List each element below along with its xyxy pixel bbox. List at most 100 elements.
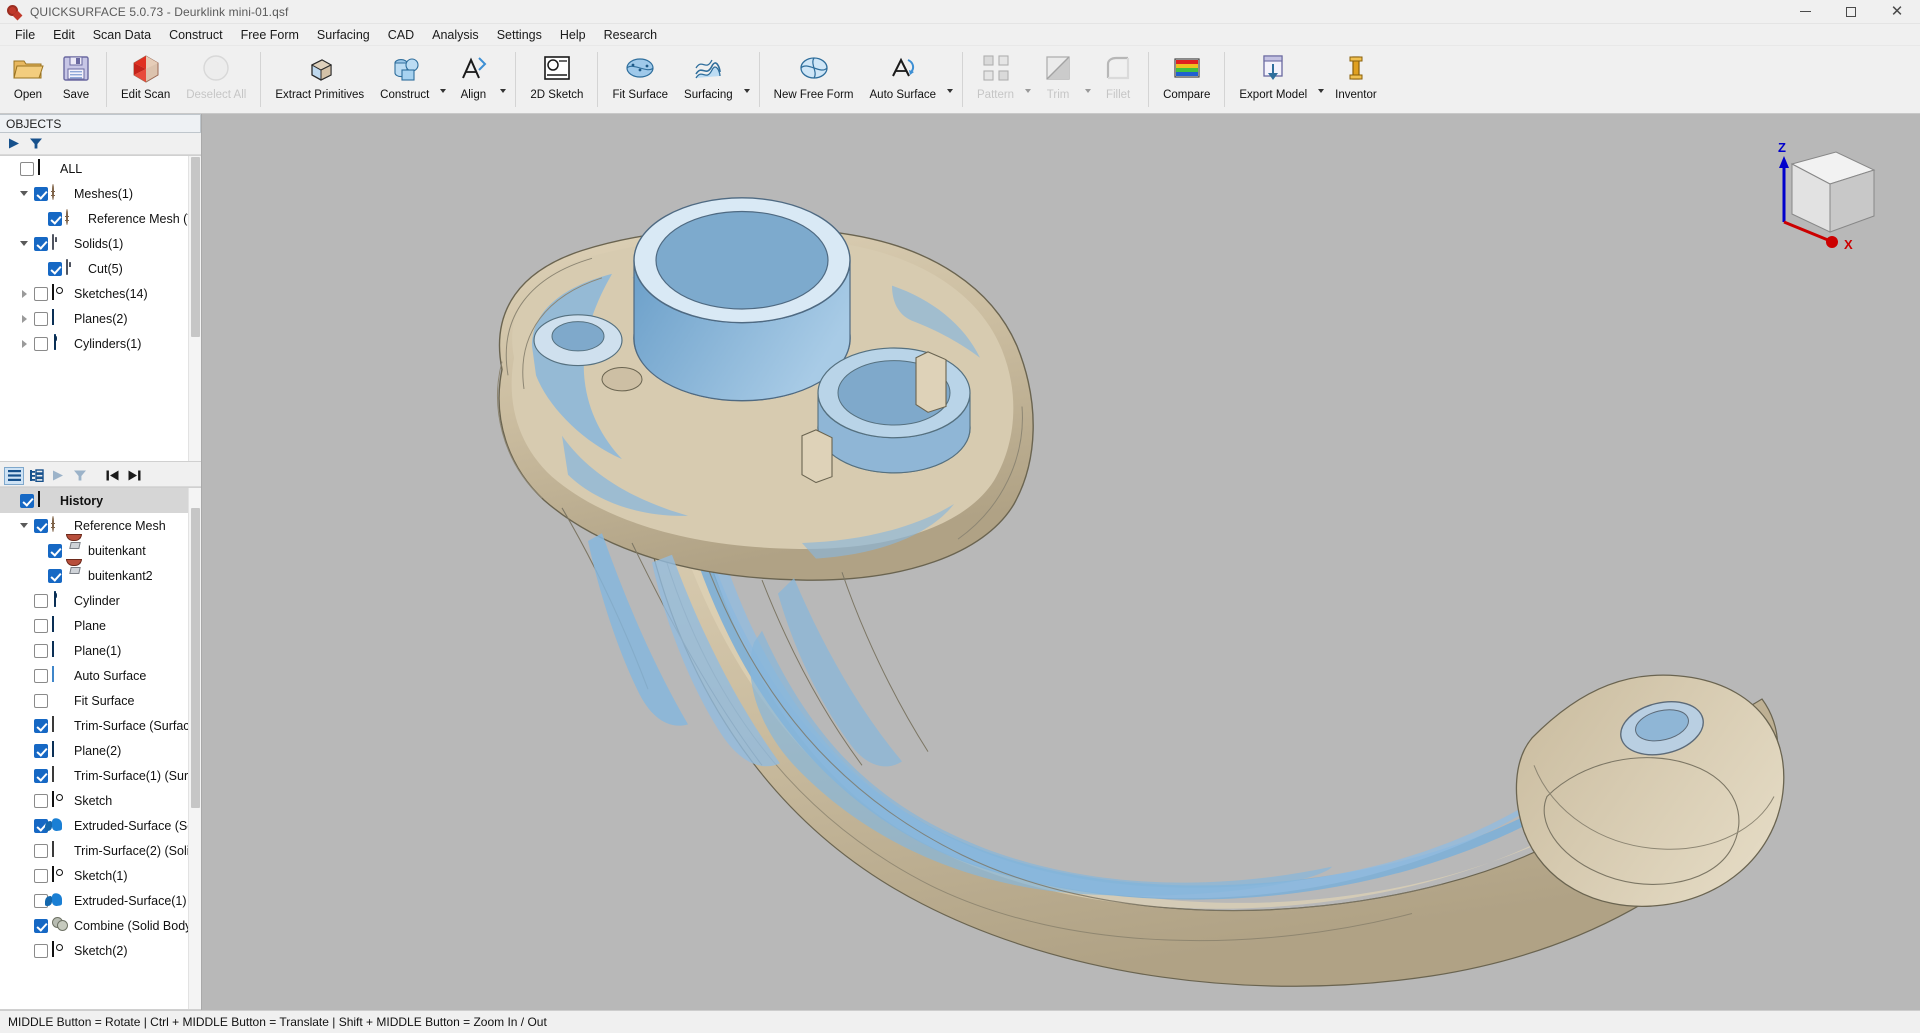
visibility-checkbox[interactable] <box>34 312 48 326</box>
ribbon-dropdown-align[interactable] <box>497 89 509 113</box>
funnel-filter-icon[interactable] <box>26 135 46 153</box>
close-button[interactable]: ✕ <box>1874 0 1920 23</box>
menu-item-construct[interactable]: Construct <box>160 25 232 45</box>
visibility-checkbox[interactable] <box>34 644 48 658</box>
visibility-checkbox[interactable] <box>34 719 48 733</box>
ribbon-button-open[interactable]: Open <box>4 46 52 113</box>
view-cube[interactable]: Z X <box>1752 136 1882 256</box>
visibility-checkbox[interactable] <box>34 694 48 708</box>
tree-row[interactable]: Cylinder <box>0 588 201 613</box>
history-tree[interactable]: HistoryReference Meshbuitenkantbuitenkan… <box>0 487 201 1010</box>
maximize-button[interactable] <box>1828 0 1874 23</box>
play-icon[interactable] <box>48 467 68 485</box>
tree-header-row[interactable]: History <box>0 488 201 513</box>
tree-row[interactable]: Cylinders(1) <box>0 331 201 356</box>
tree-row[interactable]: Extruded-Surface (Solid <box>0 813 201 838</box>
ribbon-button-compare[interactable]: Compare <box>1155 46 1218 113</box>
menu-item-research[interactable]: Research <box>595 25 667 45</box>
visibility-checkbox[interactable] <box>34 337 48 351</box>
tree-row[interactable]: Trim-Surface(1) (Surfac <box>0 763 201 788</box>
visibility-checkbox[interactable] <box>34 287 48 301</box>
ribbon-button-auto-surface[interactable]: Auto Surface <box>862 46 944 113</box>
visibility-checkbox[interactable] <box>48 262 62 276</box>
tree-row[interactable]: Solids(1) <box>0 231 201 256</box>
menu-item-scan-data[interactable]: Scan Data <box>84 25 160 45</box>
funnel-icon[interactable] <box>70 467 90 485</box>
tree-row[interactable]: buitenkant2 <box>0 563 201 588</box>
tree-row[interactable]: Plane(2) <box>0 738 201 763</box>
objects-tree[interactable]: ALLMeshes(1)Reference Mesh (T: 629Solids… <box>0 155 201 462</box>
visibility-checkbox[interactable] <box>34 944 48 958</box>
tree-row[interactable]: Meshes(1) <box>0 181 201 206</box>
tree-view-icon[interactable] <box>26 467 46 485</box>
menu-item-analysis[interactable]: Analysis <box>423 25 488 45</box>
tree-row[interactable]: Planes(2) <box>0 306 201 331</box>
tree-row[interactable]: ALL <box>0 156 201 181</box>
menu-item-edit[interactable]: Edit <box>44 25 84 45</box>
tree-row[interactable]: buitenkant <box>0 538 201 563</box>
ribbon-button-inventor[interactable]: Inventor <box>1327 46 1385 113</box>
tree-row[interactable]: Trim-Surface(2) (Solid B <box>0 838 201 863</box>
menu-item-surfacing[interactable]: Surfacing <box>308 25 379 45</box>
visibility-checkbox[interactable] <box>34 919 48 933</box>
tree-row[interactable]: Cut(5) <box>0 256 201 281</box>
tree-row[interactable]: Auto Surface <box>0 663 201 688</box>
tree-row[interactable]: Fit Surface <box>0 688 201 713</box>
visibility-checkbox[interactable] <box>20 162 34 176</box>
visibility-checkbox[interactable] <box>34 844 48 858</box>
list-view-icon[interactable] <box>4 467 24 485</box>
tree-row[interactable]: Trim-Surface (Surface B <box>0 713 201 738</box>
tree-row[interactable]: Plane(1) <box>0 638 201 663</box>
visibility-checkbox[interactable] <box>34 187 48 201</box>
3d-viewport[interactable]: Z X <box>202 114 1920 1010</box>
tree-row[interactable]: Plane <box>0 613 201 638</box>
visibility-checkbox[interactable] <box>34 594 48 608</box>
ribbon-button-extract-primitives[interactable]: Extract Primitives <box>267 46 372 113</box>
visibility-checkbox[interactable] <box>48 544 62 558</box>
ribbon-dropdown-surfacing[interactable] <box>741 89 753 113</box>
expand-arrow-icon[interactable] <box>14 315 34 323</box>
ribbon-button-new-free-form[interactable]: New Free Form <box>766 46 862 113</box>
visibility-checkbox[interactable] <box>34 519 48 533</box>
tree-row[interactable]: Combine (Solid Body) <box>0 913 201 938</box>
menu-item-free-form[interactable]: Free Form <box>232 25 308 45</box>
ribbon-dropdown-export-model[interactable] <box>1315 89 1327 113</box>
visibility-checkbox[interactable] <box>34 619 48 633</box>
menu-item-cad[interactable]: CAD <box>379 25 423 45</box>
tree-row[interactable]: Sketch <box>0 788 201 813</box>
tree-row[interactable]: Sketches(14) <box>0 281 201 306</box>
visibility-checkbox[interactable] <box>34 237 48 251</box>
ribbon-dropdown-auto-surface[interactable] <box>944 89 956 113</box>
menu-item-settings[interactable]: Settings <box>488 25 551 45</box>
collapse-arrow-icon[interactable] <box>14 241 34 246</box>
ribbon-button-save[interactable]: Save <box>52 46 100 113</box>
collapse-arrow-icon[interactable] <box>14 191 34 196</box>
visibility-checkbox[interactable] <box>20 494 34 508</box>
expand-arrow-icon[interactable] <box>14 290 34 298</box>
minimize-button[interactable] <box>1782 0 1828 23</box>
tree-row[interactable]: Reference Mesh (T: 629 <box>0 206 201 231</box>
visibility-checkbox[interactable] <box>34 744 48 758</box>
forward-end-icon[interactable] <box>124 467 144 485</box>
ribbon-dropdown-construct[interactable] <box>437 89 449 113</box>
visibility-checkbox[interactable] <box>34 794 48 808</box>
play-filter-icon[interactable] <box>4 135 24 153</box>
expand-arrow-icon[interactable] <box>14 340 34 348</box>
collapse-arrow-icon[interactable] <box>14 523 34 528</box>
ribbon-button-export-model[interactable]: Export Model <box>1231 46 1315 113</box>
visibility-checkbox[interactable] <box>34 769 48 783</box>
ribbon-button-fit-surface[interactable]: Fit Surface <box>604 46 676 113</box>
tree-row[interactable]: Sketch(2) <box>0 938 201 963</box>
tree-row[interactable]: Sketch(1) <box>0 863 201 888</box>
ribbon-button-edit-scan[interactable]: Edit Scan <box>113 46 178 113</box>
objects-tree-scrollbar[interactable] <box>188 156 201 461</box>
visibility-checkbox[interactable] <box>48 569 62 583</box>
ribbon-button-construct[interactable]: Construct <box>372 46 437 113</box>
tree-row[interactable]: Extruded-Surface(1) (So <box>0 888 201 913</box>
tree-row[interactable]: Reference Mesh <box>0 513 201 538</box>
ribbon-button-2d-sketch[interactable]: 2D Sketch <box>522 46 591 113</box>
ribbon-button-align[interactable]: Align <box>449 46 497 113</box>
visibility-checkbox[interactable] <box>34 669 48 683</box>
rewind-start-icon[interactable] <box>102 467 122 485</box>
history-tree-scrollbar[interactable] <box>188 488 201 1009</box>
